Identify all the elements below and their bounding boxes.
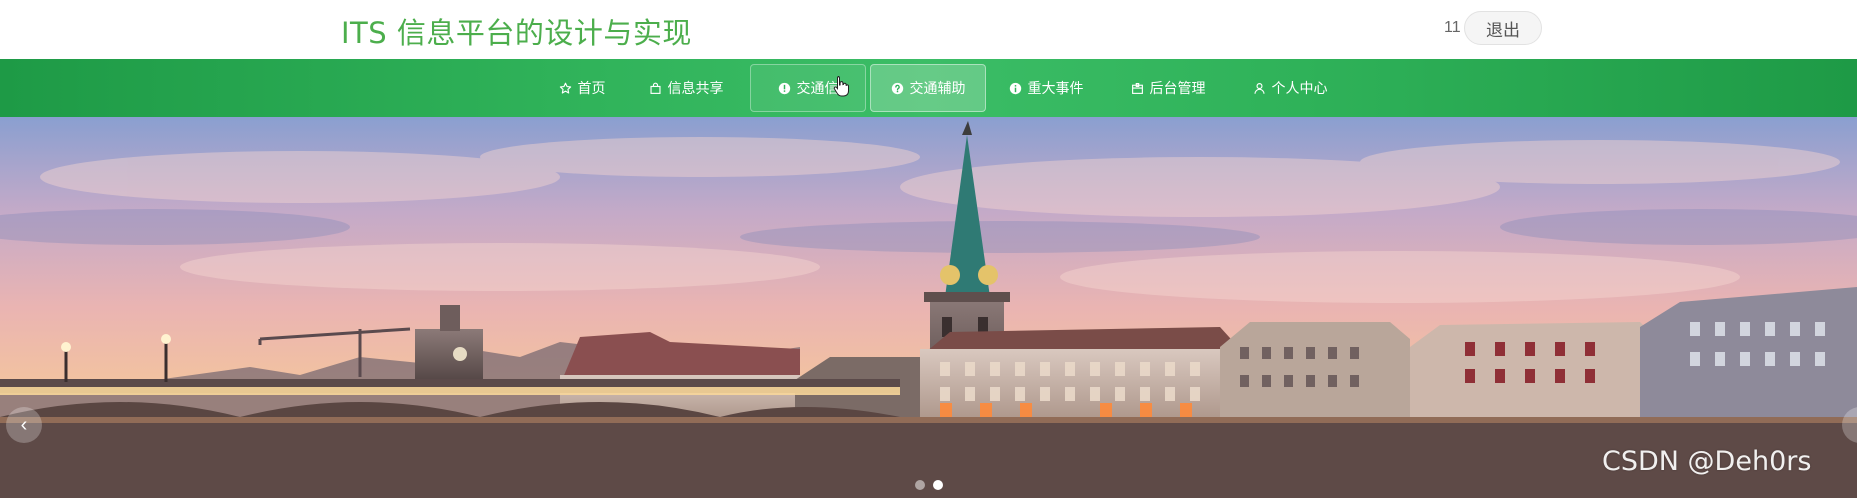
nav-item-label: 后台管理 xyxy=(1149,81,1206,97)
banner-carousel: ‹ xyxy=(0,117,1857,498)
nav-item-label: 首页 xyxy=(577,81,606,97)
bag-icon xyxy=(649,82,662,95)
nav-item-label: 信息共享 xyxy=(667,81,724,97)
nav-item-info-share[interactable]: 信息共享 xyxy=(643,64,729,112)
user-name: 11 xyxy=(1444,19,1461,36)
nav-item-label: 个人中心 xyxy=(1271,81,1328,97)
main-nav: 首页 信息共享 交通信 交通辅助 重大事件 后台管理 个人中心 xyxy=(0,59,1857,117)
info-icon xyxy=(778,82,791,95)
nav-item-profile[interactable]: 个人中心 xyxy=(1247,64,1333,112)
nav-item-label: 重大事件 xyxy=(1027,81,1084,97)
nav-item-label: 交通辅助 xyxy=(909,81,966,97)
nav-item-admin[interactable]: 后台管理 xyxy=(1125,64,1211,112)
help-icon xyxy=(891,82,904,95)
nav-item-home[interactable]: 首页 xyxy=(548,64,616,112)
user-icon xyxy=(1253,82,1266,95)
carousel-prev-button[interactable]: ‹ xyxy=(6,407,42,443)
nav-item-major-events[interactable]: 重大事件 xyxy=(1003,64,1089,112)
header: ITS 信息平台的设计与实现 11 退出 xyxy=(0,0,1857,59)
site-title: ITS 信息平台的设计与实现 xyxy=(341,16,692,50)
info-icon xyxy=(1009,82,1022,95)
banner-image xyxy=(0,117,1857,498)
nav-item-traffic-assist[interactable]: 交通辅助 xyxy=(870,64,986,112)
hand-cursor-icon xyxy=(833,76,849,97)
box-icon xyxy=(1131,82,1144,95)
carousel-indicators xyxy=(915,480,943,490)
carousel-dot[interactable] xyxy=(915,480,925,490)
logout-button[interactable]: 退出 xyxy=(1464,11,1542,45)
carousel-dot[interactable] xyxy=(933,480,943,490)
star-icon xyxy=(559,82,572,95)
watermark: CSDN @Deh0rs xyxy=(1602,446,1812,477)
